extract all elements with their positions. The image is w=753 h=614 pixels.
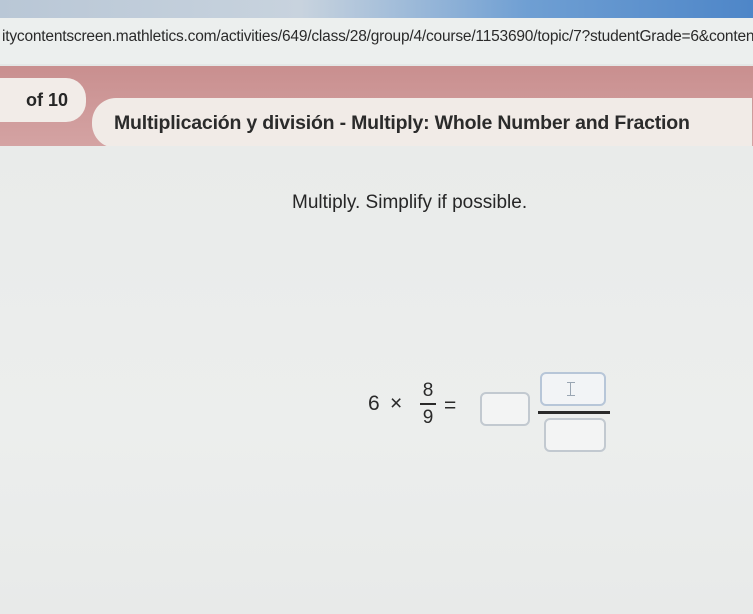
progress-text: of 10 bbox=[25, 89, 68, 110]
answer-denominator-input[interactable] bbox=[544, 418, 606, 452]
activity-title-pill: Multiplicación y división - Multiply: Wh… bbox=[92, 98, 752, 148]
fraction-bar bbox=[420, 403, 436, 405]
given-fraction: 8 9 bbox=[420, 380, 436, 429]
question-area bbox=[0, 146, 753, 614]
answer-numerator-input[interactable] bbox=[540, 372, 606, 406]
url-text[interactable]: itycontentscreen.mathletics.com/activiti… bbox=[2, 28, 753, 46]
question-progress: of 10 bbox=[0, 78, 86, 122]
whole-number: 6 bbox=[368, 392, 380, 415]
text-cursor-icon bbox=[567, 382, 579, 396]
browser-top-strip bbox=[0, 0, 753, 20]
activity-title: Multiplicación y división - Multiply: Wh… bbox=[114, 111, 690, 134]
question-instruction: Multiply. Simplify if possible. bbox=[292, 192, 528, 213]
times-sign: × bbox=[390, 392, 403, 415]
answer-whole-input[interactable] bbox=[480, 392, 530, 426]
answer-fraction-bar bbox=[538, 411, 610, 414]
equals-sign: = bbox=[444, 394, 457, 417]
fraction-numerator: 8 bbox=[422, 380, 434, 401]
fraction-denominator: 9 bbox=[422, 407, 434, 428]
browser-address-area: itycontentscreen.mathletics.com/activiti… bbox=[0, 0, 753, 66]
